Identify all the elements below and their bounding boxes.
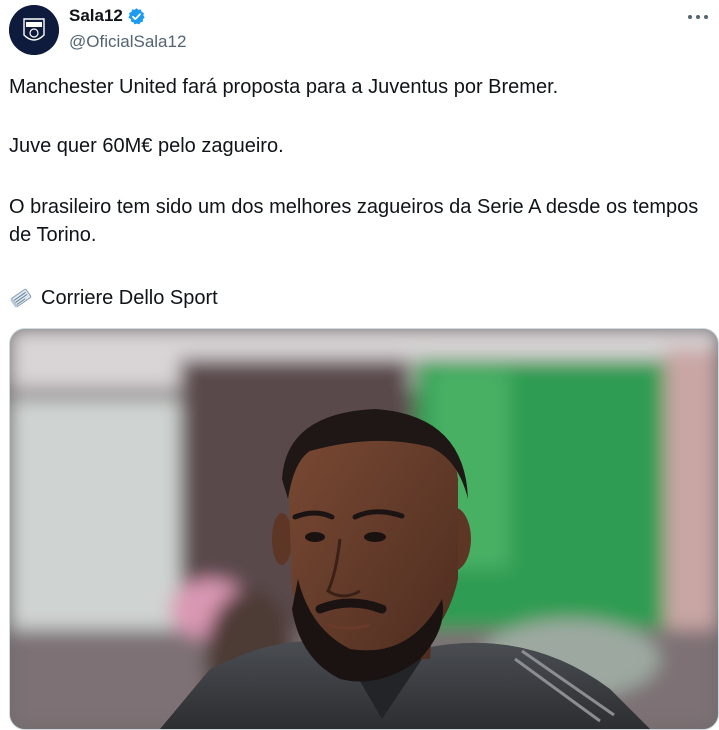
sala12-logo <box>9 5 59 55</box>
player-photo <box>10 329 718 729</box>
tweet-line-2: Juve quer 60M€ pelo zagueiro. <box>9 135 284 157</box>
more-options-icon[interactable] <box>683 6 713 28</box>
author-display-name[interactable]: Sala12 <box>69 6 123 26</box>
tweet-image[interactable] <box>9 328 719 730</box>
author-info: Sala12 @OficialSala12 <box>69 5 186 52</box>
verified-badge-icon <box>127 7 146 26</box>
author-handle[interactable]: @OficialSala12 <box>69 32 186 52</box>
tweet: Sala12 @OficialSala12 Manchester United … <box>0 0 719 730</box>
newspaper-icon <box>9 286 33 310</box>
tweet-line-1: Manchester United fará proposta para a J… <box>9 76 559 98</box>
source-name: Corriere Dello Sport <box>41 287 218 309</box>
avatar[interactable] <box>9 5 59 55</box>
tweet-line-3: O brasileiro tem sido um dos melhores za… <box>9 196 699 246</box>
source-line: Corriere Dello Sport <box>9 284 218 312</box>
